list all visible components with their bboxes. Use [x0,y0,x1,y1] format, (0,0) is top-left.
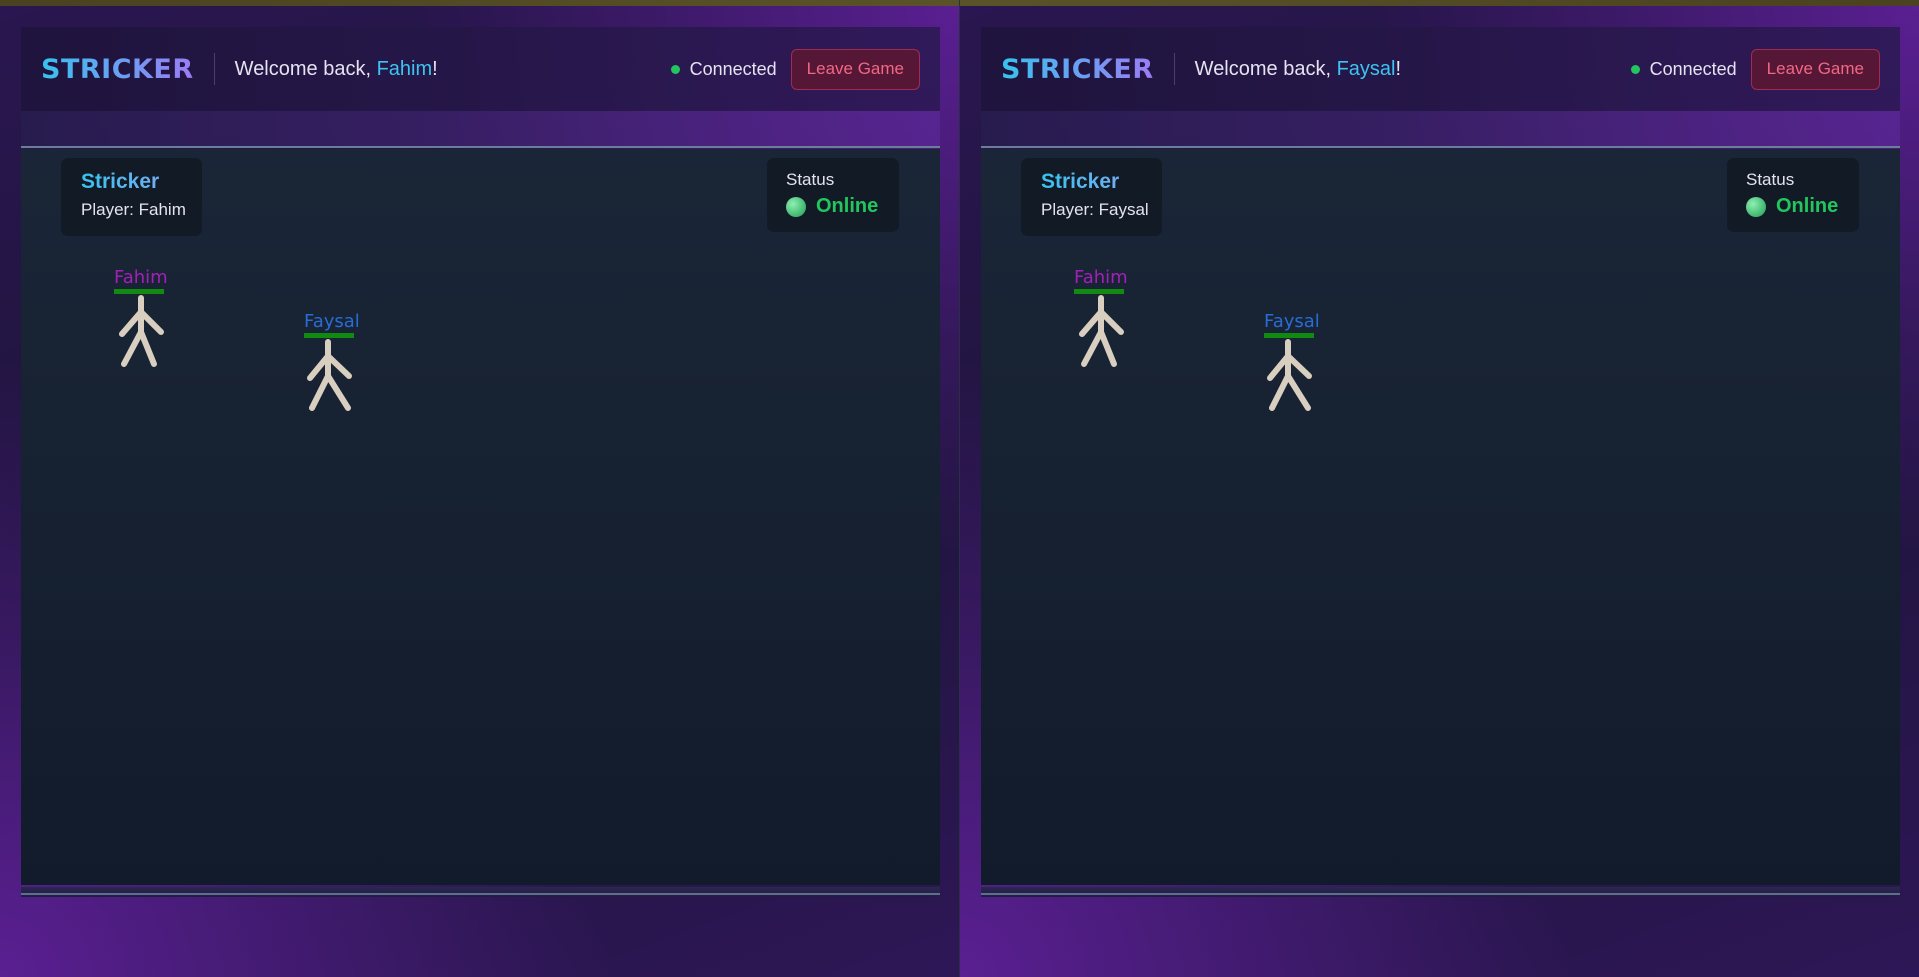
player-nametag: Faysal [304,311,360,332]
game-title: Stricker [1041,170,1162,194]
stick-figure-icon [1079,295,1124,367]
player-nametag: Fahim [1074,267,1128,288]
welcome-suffix: ! [432,57,438,80]
canvas-bottom-border [21,893,940,895]
leave-game-button[interactable]: Leave Game [1750,48,1880,90]
welcome-message: Welcome back, Faysal! [1195,58,1401,81]
welcome-username: Fahim [376,57,433,80]
welcome-message: Welcome back, Fahim! [235,58,438,81]
canvas-top-border [981,146,1900,148]
connected-dot-icon [670,64,680,74]
player-nametag: Faysal [1264,311,1320,332]
brand-logo: STRICKER [41,53,194,85]
header-band [21,111,940,148]
connection-label: Connected [1649,58,1737,79]
header-divider [1173,53,1175,85]
welcome-prefix: Welcome back, [1194,57,1337,80]
status-value: Online [816,195,879,217]
player-sprite-faysal: Faysal [304,312,374,414]
app-header: STRICKER Welcome back, Fahim! Connected … [21,27,940,111]
welcome-username: Faysal [1336,57,1396,80]
game-canvas[interactable]: Stricker Player: Faysal Status Online Fa… [981,149,1900,885]
player-name-label: Player: Faysal [1041,200,1149,219]
status-card: Status Online [767,158,899,232]
online-indicator-icon [1746,196,1766,217]
player-sprite-faysal: Faysal [1264,312,1334,414]
game-title: Stricker [81,170,202,194]
connection-status: Connected [670,58,777,80]
header-divider [213,53,215,85]
online-indicator-icon [786,196,806,217]
canvas-top-border [21,146,940,148]
canvas-bottom-border [981,893,1900,895]
stick-figure-icon [307,339,352,411]
welcome-prefix: Welcome back, [234,57,377,80]
brand-logo: STRICKER [1001,53,1154,85]
status-label: Status [786,170,835,189]
player-sprite-fahim: Fahim [114,268,184,370]
game-canvas[interactable]: Stricker Player: Fahim Status Online Fah… [21,149,940,885]
status-label: Status [1746,170,1795,189]
player-sprite-fahim: Fahim [1074,268,1144,370]
app-header: STRICKER Welcome back, Faysal! Connected… [981,27,1900,111]
connection-status: Connected [1630,58,1737,80]
leave-game-button[interactable]: Leave Game [790,48,920,90]
canvas-bottom-edge [981,887,1900,897]
player-info-card: Stricker Player: Fahim [61,158,202,236]
connected-dot-icon [1630,64,1640,74]
status-value: Online [1776,195,1839,217]
game-window-fahim: STRICKER Welcome back, Fahim! Connected … [0,6,959,977]
stick-figure-icon [119,295,164,367]
game-window-faysal: STRICKER Welcome back, Faysal! Connected… [960,6,1919,977]
status-card: Status Online [1727,158,1859,232]
welcome-suffix: ! [1395,57,1402,80]
header-band [981,111,1900,148]
player-nametag: Fahim [114,267,168,288]
canvas-bottom-edge [21,887,940,897]
player-info-card: Stricker Player: Faysal [1021,158,1162,236]
connection-label: Connected [689,58,777,79]
player-name-label: Player: Fahim [81,200,186,219]
stick-figure-icon [1267,339,1312,411]
